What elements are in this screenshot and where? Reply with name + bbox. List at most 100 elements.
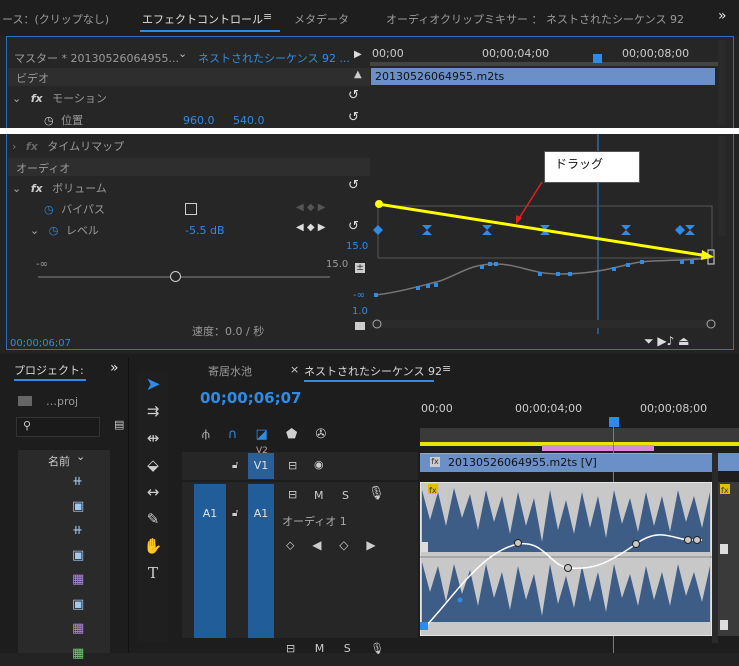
timeline-playhead-handle[interactable] — [609, 417, 619, 427]
audio-clip[interactable]: fx fx — [420, 482, 739, 636]
file-icon[interactable]: ▣ — [72, 544, 84, 569]
collapse-icon[interactable]: ▲ — [354, 69, 362, 80]
selected-point[interactable] — [458, 598, 463, 603]
graph-toggle-icon[interactable]: ± — [355, 263, 365, 273]
mic-icon[interactable]: 🎙︎ — [368, 486, 385, 501]
sort-chevron-icon[interactable]: ⌄ — [76, 450, 85, 463]
reset-icon[interactable]: ↺ — [348, 178, 359, 193]
mute-button[interactable]: M — [314, 489, 324, 502]
add-marker-icon[interactable]: ⬟ — [286, 427, 297, 442]
panel-menu-icon[interactable]: ≡ — [442, 362, 451, 375]
ec-scrollbar-upper[interactable] — [718, 40, 726, 126]
v1-target-button[interactable]: V1 — [248, 453, 274, 479]
prev-keyframe-icon[interactable]: ◀ — [312, 538, 321, 552]
tab-audio-clip-mixer[interactable]: オーディオクリップミキサー ： ネストされたシーケンス 92 — [386, 11, 684, 27]
reset-icon[interactable]: ↺ — [348, 219, 359, 234]
track-keyframe-controls[interactable]: ⬦ ◀ ◇ ▶ — [286, 538, 376, 553]
stopwatch-icon[interactable]: ◷ — [49, 224, 59, 237]
linked-selection-icon[interactable]: ◪ — [256, 427, 268, 442]
stopwatch-icon[interactable]: ◷ — [44, 114, 54, 127]
tab-effect-controls[interactable]: エフェクトコントロール — [142, 11, 263, 27]
type-tool-icon[interactable]: T — [141, 562, 165, 584]
lock-icon[interactable]: 🔓︎ — [232, 508, 238, 519]
keyframe-icon[interactable] — [422, 225, 432, 235]
keyframe-menu-icon[interactable]: ⬦ — [286, 538, 294, 552]
playhead-handle[interactable] — [593, 54, 602, 63]
ec-clip-bar[interactable]: 20130526064955.m2ts — [371, 68, 715, 85]
audio-clip-icon[interactable]: ▦ — [72, 642, 84, 666]
add-keyframe-icon[interactable]: ◇ — [339, 538, 348, 552]
new-bin-icon[interactable]: ▤ — [114, 418, 124, 431]
ec-timecode[interactable]: 00;00;06;07 — [10, 338, 71, 349]
solo-button[interactable]: S — [342, 489, 349, 502]
chevron-icon[interactable]: ⌄ — [12, 182, 21, 195]
timeline-timecode[interactable]: 00;00;06;07 — [200, 389, 302, 407]
tab-other-sequence[interactable]: 寄居水池 — [208, 363, 252, 379]
multicam-icon[interactable]: ▦ — [72, 617, 84, 642]
name-column-header[interactable]: 名前 — [48, 453, 70, 469]
tab-active-sequence[interactable]: ネストされたシーケンス 92 — [304, 363, 442, 379]
chevron-icon[interactable]: ⌄ — [30, 224, 39, 237]
tab-source[interactable]: ース：(クリップなし) — [2, 11, 109, 27]
keyframe-icon[interactable] — [482, 225, 492, 235]
keyframe-icon[interactable] — [685, 225, 695, 235]
level-value[interactable]: -5.5 dB — [185, 224, 225, 237]
wrench-icon[interactable]: ✇ — [315, 427, 326, 442]
in-out-range[interactable] — [542, 445, 654, 451]
chevron-right-icon[interactable]: › — [12, 140, 16, 153]
ec-h-scrollbar[interactable] — [370, 320, 710, 328]
audio-clip-next[interactable] — [717, 482, 739, 636]
level-slider-thumb[interactable] — [170, 271, 181, 282]
overflow-icon[interactable]: » — [718, 8, 727, 24]
reset-icon[interactable]: ↺ — [348, 110, 359, 125]
a1-source-button[interactable]: A1 — [194, 484, 226, 638]
sequence-icon[interactable]: ⧺ — [72, 470, 84, 495]
play-icon[interactable]: ▶ — [354, 49, 362, 60]
timeline-toolbar[interactable]: ⫛ ∩ ◪ ⬟ ✇ — [202, 427, 326, 442]
chevron-down-icon[interactable]: ⌄ — [178, 47, 187, 60]
hand-tool-icon[interactable]: ✋ — [141, 535, 165, 557]
position-y-value[interactable]: 540.0 — [233, 114, 265, 127]
file-icon[interactable]: ▣ — [72, 495, 84, 520]
volume-row[interactable]: ⌄ fx ボリューム — [12, 180, 107, 196]
reset-icon[interactable]: ↺ — [348, 88, 359, 103]
project-tab[interactable]: プロジェクト: — [14, 362, 84, 378]
slip-tool-icon[interactable]: ↔ — [141, 481, 165, 503]
position-x-value[interactable]: 960.0 — [183, 114, 215, 127]
selection-tool-icon[interactable]: ➤ — [141, 374, 165, 396]
a1-target-button[interactable]: A1 — [248, 484, 274, 638]
video-clip-icon[interactable]: ▦ — [72, 568, 84, 593]
overflow-icon[interactable]: » — [110, 360, 119, 376]
work-area-bar[interactable] — [420, 428, 739, 442]
sync-lock-icon[interactable]: ⊟ — [288, 459, 297, 472]
chevron-icon[interactable]: ⌄ — [12, 92, 21, 105]
sync-lock-icon[interactable]: ⊟ — [288, 488, 297, 501]
keyframe-icon[interactable] — [675, 225, 685, 235]
video-clip-next[interactable] — [716, 453, 739, 471]
panel-menu-icon[interactable]: ≡ — [263, 10, 272, 23]
project-item-icons[interactable]: ⧺ ▣ ⧺ ▣ ▦ ▣ ▦ ▦ — [72, 470, 84, 666]
keyframe-nav[interactable]: ◀ ◆ ▶ — [296, 222, 325, 233]
time-remap-row[interactable]: › fx タイムリマップ — [12, 138, 124, 154]
nest-icon[interactable]: ⫛ — [202, 427, 210, 442]
track-select-tool-icon[interactable]: ⇉ — [141, 400, 165, 422]
tab-metadata[interactable]: メタデータ — [294, 11, 349, 27]
project-search-input[interactable]: ⚲ — [16, 417, 100, 437]
lock-icon[interactable]: 🔓︎ — [232, 460, 238, 471]
graph-toggle-icon[interactable] — [355, 322, 365, 330]
next-keyframe-icon[interactable]: ▶ — [366, 538, 375, 552]
video-clip[interactable]: fx 20130526064955.m2ts [V] — [420, 453, 712, 472]
file-icon[interactable]: ▣ — [72, 593, 84, 618]
close-icon[interactable]: × — [290, 363, 299, 376]
ripple-edit-tool-icon[interactable]: ⇹ — [141, 427, 165, 449]
pen-tool-icon[interactable]: ✎ — [141, 508, 165, 530]
stopwatch-icon[interactable]: ◷ — [44, 203, 54, 216]
keyframe-icon[interactable] — [420, 622, 428, 630]
keyframe-icon[interactable] — [621, 225, 631, 235]
ec-scrollbar-lower[interactable] — [718, 136, 726, 236]
keyframe-icon[interactable] — [373, 225, 383, 235]
razor-tool-icon[interactable]: ⬙ — [141, 454, 165, 476]
motion-row[interactable]: ⌄ fx モーション — [12, 90, 107, 106]
level-slider-track[interactable] — [38, 276, 330, 278]
sequence-clip-label[interactable]: ネストされたシーケンス 92 ... — [198, 50, 350, 66]
